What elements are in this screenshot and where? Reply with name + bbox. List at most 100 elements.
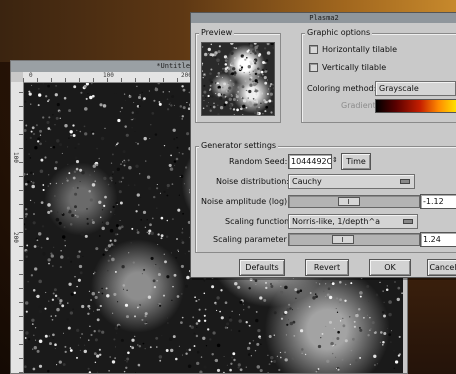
noise-speck: [99, 103, 103, 107]
noise-speck: [40, 158, 44, 162]
noise-speck: [94, 163, 96, 165]
noise-speck: [59, 117, 61, 119]
ruler-label: 100: [12, 152, 19, 163]
gradient-preview[interactable]: [375, 99, 456, 113]
noise-speck: [67, 302, 69, 304]
noise-speck: [228, 103, 232, 108]
noise-speck: [111, 312, 114, 314]
noise-speck: [54, 343, 57, 346]
cancel-button[interactable]: Cancel: [427, 259, 456, 276]
noise-speck: [157, 83, 160, 85]
checkbox-box[interactable]: [309, 45, 318, 54]
noise-speck: [72, 291, 74, 293]
noise-speck: [204, 308, 207, 311]
noise-speck: [59, 302, 62, 305]
noise-speck: [227, 89, 230, 93]
noise-speck: [266, 92, 269, 96]
noise-speck: [131, 111, 134, 114]
noise-speck: [76, 328, 80, 332]
noise-speck: [244, 79, 248, 83]
noise-speck: [254, 62, 257, 65]
noise-speck: [45, 291, 47, 294]
noise-speck: [131, 227, 134, 230]
noise-speck: [125, 315, 130, 319]
noise-speck: [207, 82, 209, 84]
noise-speck: [142, 210, 147, 215]
noise-speck: [166, 219, 169, 222]
noise-speck: [255, 103, 258, 106]
revert-button[interactable]: Revert: [305, 259, 349, 276]
noise-distribution-select[interactable]: Cauchy: [288, 174, 415, 189]
noise-speck: [98, 291, 100, 293]
noise-speck: [369, 317, 371, 319]
noise-speck: [326, 359, 330, 363]
scaling-parameter-input[interactable]: 1.24: [420, 232, 456, 247]
noise-speck: [294, 288, 298, 292]
noise-speck: [68, 282, 72, 286]
noise-speck: [107, 183, 110, 186]
noise-speck: [61, 152, 63, 154]
noise-speck: [90, 299, 93, 301]
noise-speck: [287, 319, 290, 321]
horizontally-tilable-checkbox[interactable]: Horizontally tilable: [309, 45, 397, 54]
noise-speck: [36, 349, 40, 353]
noise-speck: [244, 58, 247, 61]
noise-speck: [33, 334, 35, 337]
noise-speck: [263, 47, 267, 50]
noise-speck: [115, 346, 117, 348]
noise-speck: [359, 328, 363, 332]
noise-speck: [272, 105, 274, 108]
noise-speck: [233, 358, 236, 362]
noise-speck: [178, 251, 179, 252]
noise-speck: [91, 219, 94, 221]
checkbox-box[interactable]: [309, 63, 318, 72]
spin-arrows-icon[interactable]: ⇕: [332, 156, 338, 164]
noise-speck: [250, 53, 252, 55]
scaling-parameter-slider[interactable]: [288, 233, 420, 246]
noise-speck: [163, 253, 165, 255]
slider-thumb[interactable]: [338, 197, 360, 206]
defaults-button[interactable]: Defaults: [239, 259, 285, 276]
noise-speck: [338, 301, 341, 304]
noise-speck: [358, 326, 361, 329]
noise-speck: [385, 288, 389, 291]
noise-speck: [24, 100, 27, 103]
noise-speck: [58, 221, 62, 225]
time-button[interactable]: Time: [341, 153, 371, 170]
noise-speck: [256, 107, 259, 111]
slider-thumb[interactable]: [332, 235, 354, 244]
noise-speck: [29, 136, 32, 139]
noise-speck: [94, 170, 96, 172]
vertically-tilable-checkbox[interactable]: Vertically tilable: [309, 63, 386, 72]
noise-speck: [76, 356, 78, 359]
ok-button[interactable]: OK: [369, 259, 411, 276]
noise-speck: [216, 296, 220, 300]
noise-speck: [268, 363, 271, 365]
noise-speck: [64, 240, 66, 242]
coloring-method-select[interactable]: Grayscale: [375, 81, 456, 96]
noise-speck: [255, 82, 258, 86]
noise-speck: [353, 320, 356, 323]
scaling-function-select[interactable]: Norris-like, 1/depth^a: [288, 214, 418, 229]
noise-speck: [309, 292, 312, 294]
noise-amplitude-input[interactable]: -1.12: [420, 194, 456, 209]
gradient-label: Gradient: [341, 101, 376, 110]
noise-speck: [259, 337, 262, 340]
noise-speck: [156, 183, 158, 186]
noise-speck: [335, 297, 339, 300]
random-seed-input[interactable]: 1044492C: [288, 154, 332, 169]
noise-amplitude-slider[interactable]: [288, 195, 420, 208]
noise-speck: [42, 368, 44, 370]
noise-speck: [359, 291, 363, 295]
noise-speck: [371, 321, 375, 325]
noise-speck: [101, 226, 105, 231]
noise-speck: [123, 370, 126, 373]
noise-speck: [131, 346, 135, 350]
noise-speck: [243, 309, 245, 311]
dialog-title[interactable]: Plasma2: [191, 13, 456, 23]
noise-speck: [206, 105, 208, 107]
noise-speck: [135, 111, 139, 114]
noise-speck: [35, 124, 38, 127]
noise-speck: [128, 95, 132, 98]
noise-speck: [216, 75, 218, 78]
